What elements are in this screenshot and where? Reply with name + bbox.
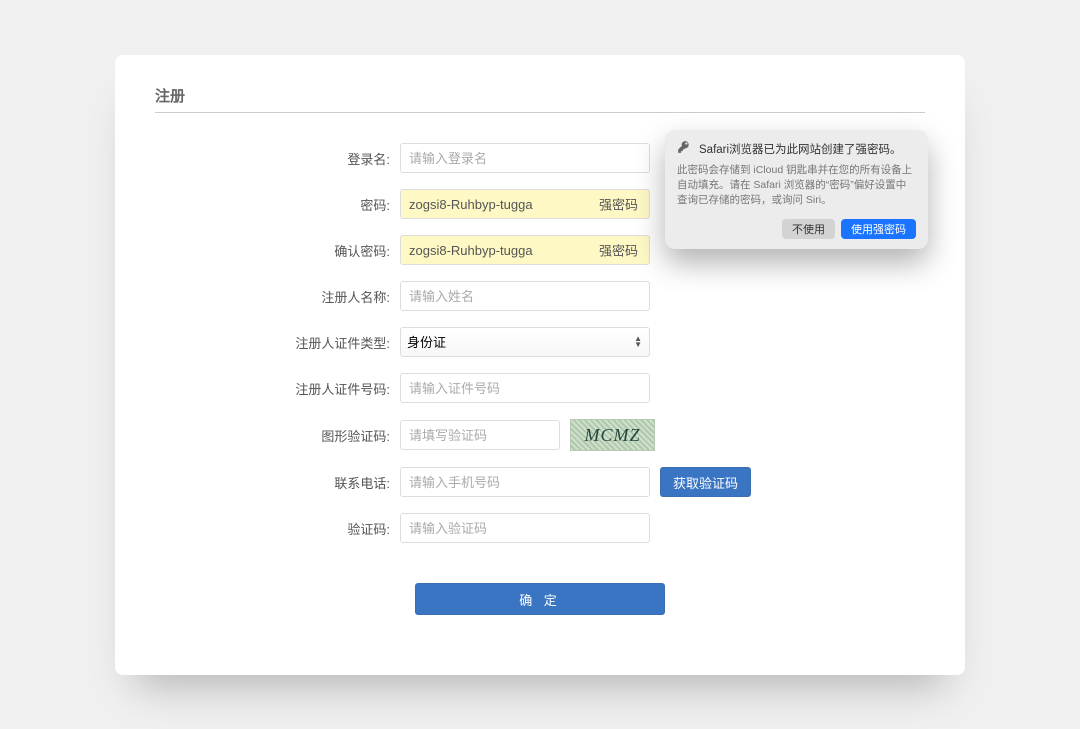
label-login: 登录名: — [155, 149, 400, 168]
page-title: 注册 — [155, 85, 925, 113]
popover-title: Safari浏览器已为此网站创建了强密码。 — [699, 141, 902, 157]
submit-button[interactable]: 确 定 — [415, 583, 665, 615]
safari-password-popover: Safari浏览器已为此网站创建了强密码。 此密码会存储到 iCloud 钥匙串… — [665, 130, 928, 249]
get-sms-button[interactable]: 获取验证码 — [660, 467, 751, 497]
row-smscode: 验证码: — [155, 513, 925, 543]
login-input[interactable] — [400, 143, 650, 173]
label-smscode: 验证码: — [155, 519, 400, 538]
captcha-image[interactable]: MCMZ — [570, 419, 655, 451]
phone-input[interactable] — [400, 467, 650, 497]
idnum-input[interactable] — [400, 373, 650, 403]
row-idtype: 注册人证件类型: 身份证 ▲▼ — [155, 327, 925, 357]
row-phone: 联系电话: 获取验证码 — [155, 467, 925, 497]
row-captcha: 图形验证码: MCMZ — [155, 419, 925, 451]
name-input[interactable] — [400, 281, 650, 311]
confirm-strength-badge: 强密码 — [595, 239, 642, 262]
label-phone: 联系电话: — [155, 473, 400, 492]
row-name: 注册人名称: — [155, 281, 925, 311]
row-idnum: 注册人证件号码: — [155, 373, 925, 403]
smscode-input[interactable] — [400, 513, 650, 543]
label-name: 注册人名称: — [155, 287, 400, 306]
label-idnum: 注册人证件号码: — [155, 379, 400, 398]
label-idtype: 注册人证件类型: — [155, 333, 400, 352]
popover-body: 此密码会存储到 iCloud 钥匙串并在您的所有设备上自动填充。请在 Safar… — [677, 163, 916, 209]
key-icon — [677, 140, 691, 157]
popover-cancel-button[interactable]: 不使用 — [782, 219, 835, 239]
label-password: 密码: — [155, 195, 400, 214]
password-strength-badge: 强密码 — [595, 193, 642, 216]
label-captcha: 图形验证码: — [155, 426, 400, 445]
popover-use-button[interactable]: 使用强密码 — [841, 219, 916, 239]
label-confirm: 确认密码: — [155, 241, 400, 260]
captcha-input[interactable] — [400, 420, 560, 450]
idtype-select[interactable]: 身份证 — [400, 327, 650, 357]
